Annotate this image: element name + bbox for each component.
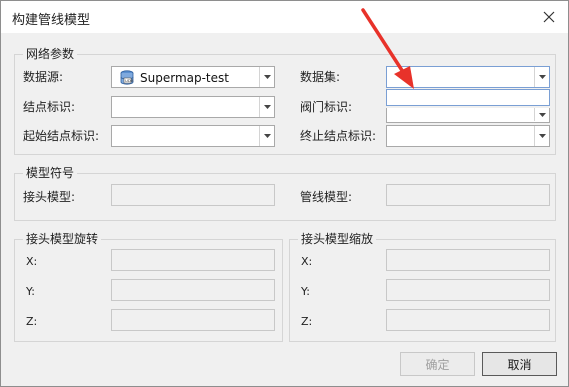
dataset-combo[interactable] xyxy=(386,66,550,88)
scale-z-label: Z: xyxy=(301,315,313,328)
rotation-x-field[interactable] xyxy=(111,249,275,271)
dataset-dropdown-arrow[interactable] xyxy=(534,67,549,87)
chevron-down-icon xyxy=(538,75,546,79)
chevron-down-icon xyxy=(538,112,546,117)
datasource-label: 数据源: xyxy=(23,70,64,84)
joint-rotation-legend: 接头模型旋转 xyxy=(23,232,102,246)
datasource-dropdown-arrow[interactable] xyxy=(259,67,274,87)
datasource-combo[interactable]: UDB Supermap-test xyxy=(111,66,275,88)
title-bar: 构建管线模型 xyxy=(1,1,568,33)
valve-id-label: 阀门标识: xyxy=(300,100,353,114)
joint-model-label: 接头模型: xyxy=(23,190,76,204)
ok-button[interactable]: 确定 xyxy=(400,352,475,376)
scale-y-field[interactable] xyxy=(386,279,550,301)
end-node-dropdown-arrow[interactable] xyxy=(534,126,549,146)
joint-scale-legend: 接头模型缩放 xyxy=(298,232,377,246)
joint-model-field[interactable] xyxy=(111,184,275,206)
end-node-id-combo[interactable] xyxy=(386,125,550,147)
start-node-dropdown-arrow[interactable] xyxy=(259,126,274,146)
pipe-model-label: 管线模型: xyxy=(300,190,353,204)
dataset-dropdown-list[interactable] xyxy=(386,89,550,106)
scale-x-label: X: xyxy=(301,255,313,268)
svg-text:UDB: UDB xyxy=(125,78,134,83)
scale-x-field[interactable] xyxy=(386,249,550,271)
build-pipeline-model-dialog: 构建管线模型 网络参数 数据源: UDB Supermap-test 数据集: xyxy=(0,0,569,387)
start-node-id-combo[interactable] xyxy=(111,125,275,147)
chevron-down-icon xyxy=(538,134,546,138)
chevron-down-icon xyxy=(263,75,271,79)
scale-y-label: Y: xyxy=(301,285,310,298)
close-button[interactable] xyxy=(538,6,560,28)
rotation-y-field[interactable] xyxy=(111,279,275,301)
valve-id-dropdown-arrow[interactable] xyxy=(534,108,549,121)
node-id-dropdown-arrow[interactable] xyxy=(259,97,274,117)
close-icon xyxy=(543,11,555,23)
chevron-down-icon xyxy=(263,134,271,138)
datasource-value: Supermap-test xyxy=(140,71,229,85)
rotation-z-label: Z: xyxy=(26,315,38,328)
node-id-combo[interactable] xyxy=(111,96,275,118)
node-id-label: 结点标识: xyxy=(23,100,76,114)
rotation-x-label: X: xyxy=(26,255,38,268)
rotation-y-label: Y: xyxy=(26,285,35,298)
network-params-legend: 网络参数 xyxy=(23,47,78,61)
valve-id-combo[interactable] xyxy=(386,108,550,123)
start-node-id-label: 起始结点标识: xyxy=(23,129,100,143)
end-node-id-label: 终止结点标识: xyxy=(300,129,377,143)
rotation-z-field[interactable] xyxy=(111,309,275,331)
model-symbol-legend: 模型符号 xyxy=(23,166,78,180)
dataset-label: 数据集: xyxy=(300,70,341,84)
scale-z-field[interactable] xyxy=(386,309,550,331)
dialog-title: 构建管线模型 xyxy=(12,13,91,28)
database-icon: UDB xyxy=(120,70,134,85)
pipe-model-field[interactable] xyxy=(386,184,550,206)
chevron-down-icon xyxy=(263,105,271,109)
cancel-button[interactable]: 取消 xyxy=(482,352,557,376)
